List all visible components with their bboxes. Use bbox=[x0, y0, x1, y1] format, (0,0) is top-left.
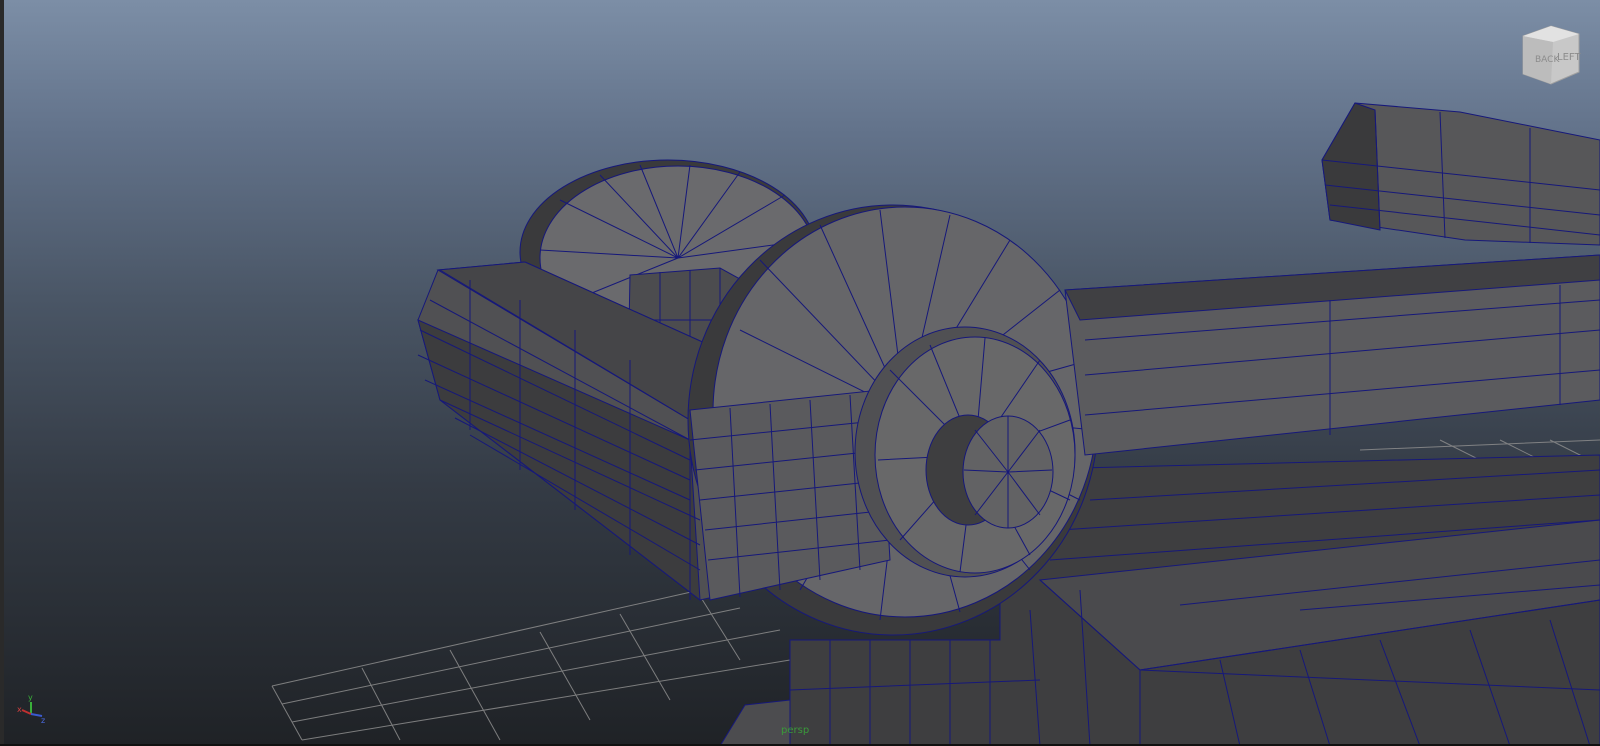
perspective-viewport[interactable]: persp BACK LEFT y x z bbox=[0, 0, 1600, 746]
viewcube-left-face[interactable]: LEFT bbox=[1557, 52, 1581, 63]
axis-gizmo: y x z bbox=[17, 693, 45, 725]
viewcube-widget[interactable]: BACK LEFT bbox=[1515, 20, 1585, 90]
camera-name-label: persp bbox=[781, 725, 810, 736]
axis-x-label: x bbox=[17, 705, 22, 714]
lower-fragment-mesh bbox=[719, 699, 791, 746]
scene-canvas[interactable] bbox=[0, 0, 1600, 746]
right-beam-mesh bbox=[1064, 254, 1600, 456]
viewport-border-left bbox=[0, 0, 4, 746]
upper-cylinder-mesh bbox=[1321, 102, 1600, 246]
wheel-hub-mesh bbox=[854, 326, 1076, 578]
axis-z-label: z bbox=[41, 716, 45, 725]
axis-y-label: y bbox=[28, 693, 33, 702]
